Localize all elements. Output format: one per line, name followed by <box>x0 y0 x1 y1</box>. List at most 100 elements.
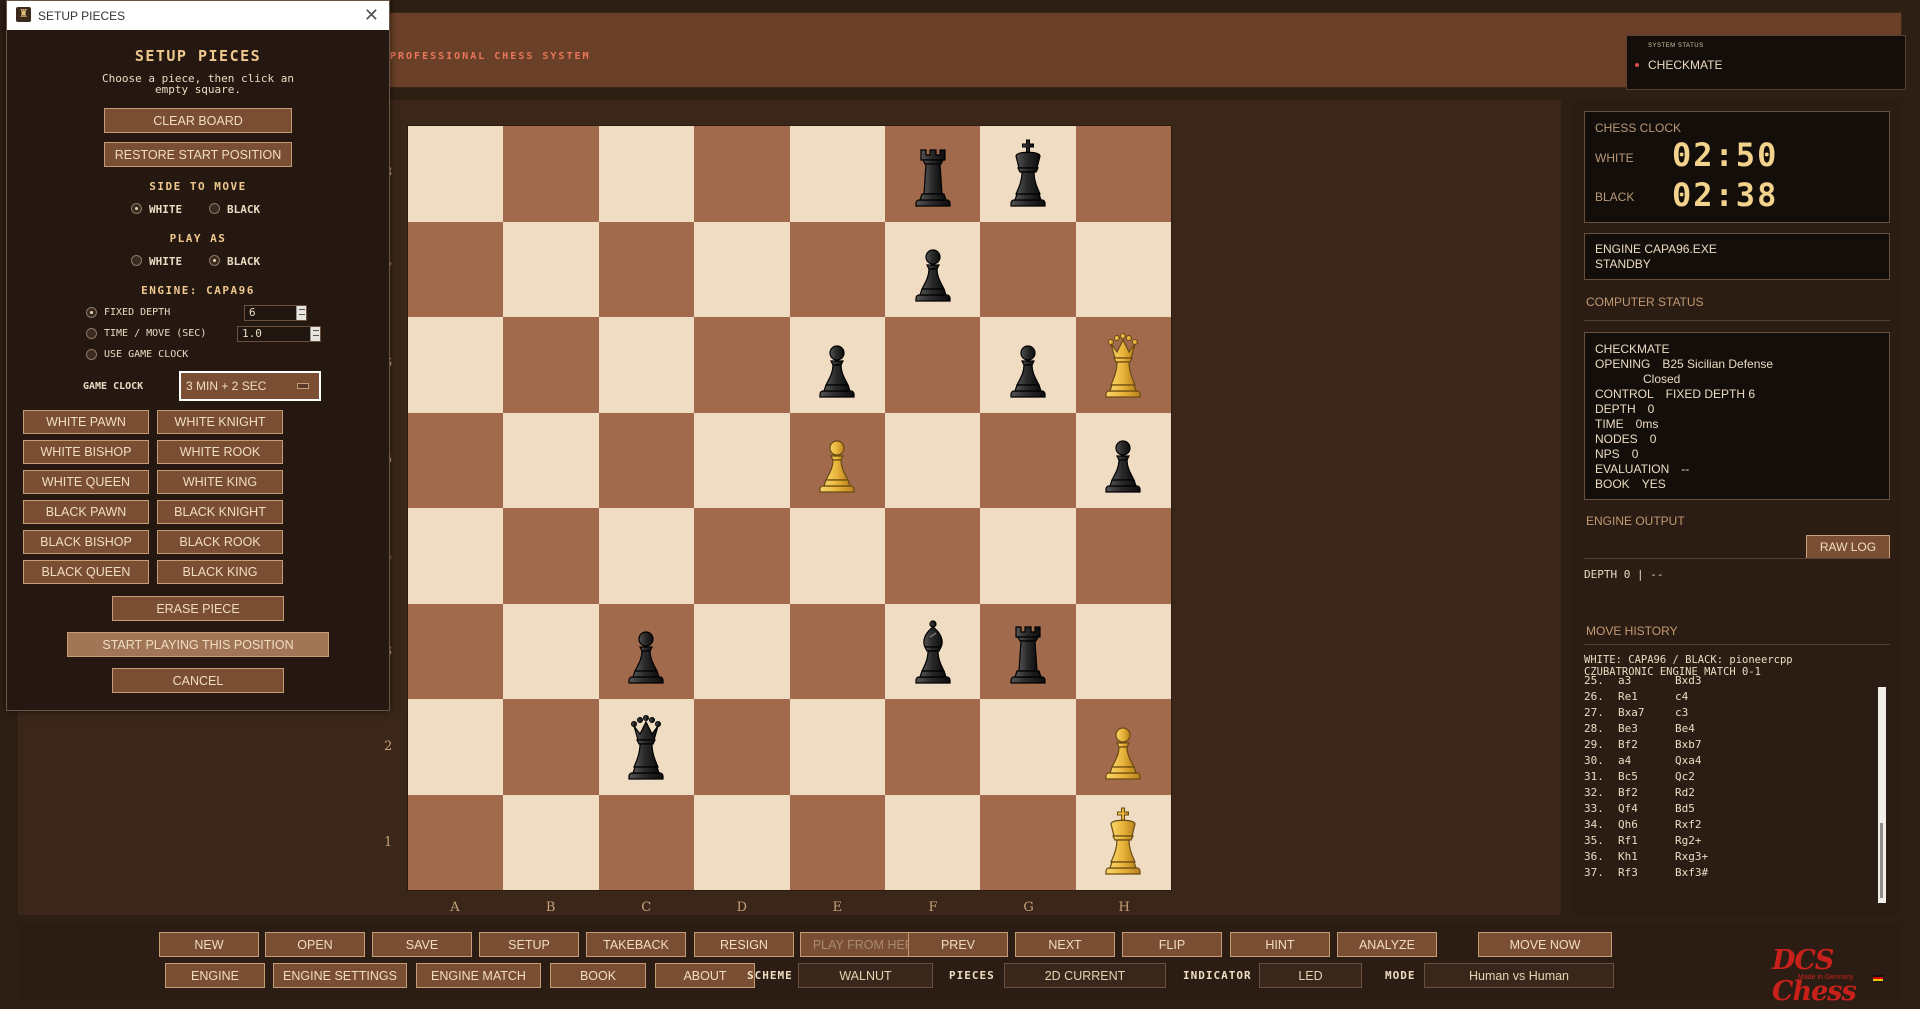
move-row[interactable]: 31. Bc5 Qc2 <box>1584 769 1890 785</box>
move-row[interactable]: 25. a3 Bxd3 <box>1584 673 1890 689</box>
square-c3[interactable] <box>598 603 695 699</box>
square-b4[interactable] <box>503 508 599 604</box>
square-e4[interactable] <box>789 508 885 604</box>
scheme-select[interactable]: WALNUT <box>798 963 933 988</box>
square-d7[interactable] <box>694 221 790 317</box>
white-king-button[interactable]: WHITE KING <box>157 470 283 494</box>
square-d4[interactable] <box>694 508 790 604</box>
new-button[interactable]: NEW <box>159 932 259 957</box>
square-e1[interactable] <box>789 794 885 890</box>
square-g5[interactable] <box>980 412 1076 508</box>
square-a1[interactable] <box>408 794 504 890</box>
square-e3[interactable] <box>789 603 885 699</box>
game-clock-select[interactable]: 3 MIN + 2 SEC <box>179 371 321 401</box>
square-c8[interactable] <box>598 126 695 222</box>
square-h6[interactable] <box>1075 317 1171 413</box>
square-g6[interactable] <box>980 317 1076 413</box>
square-b3[interactable] <box>503 603 599 699</box>
square-c1[interactable] <box>598 794 695 890</box>
white-king-icon[interactable] <box>1095 806 1151 878</box>
move-row[interactable]: 28. Be3 Be4 <box>1584 721 1890 737</box>
fixed-depth-spinner[interactable]: 6 <box>244 305 307 321</box>
move-row[interactable]: 30. a4 Qxa4 <box>1584 753 1890 769</box>
square-d5[interactable] <box>694 412 790 508</box>
square-b2[interactable] <box>503 699 599 795</box>
move-row[interactable]: 27. Bxa7 c3 <box>1584 705 1890 721</box>
spinner-arrows-icon[interactable] <box>310 327 320 341</box>
square-h3[interactable] <box>1075 603 1171 699</box>
square-g3[interactable] <box>980 603 1076 699</box>
black-rook-icon[interactable] <box>905 138 961 210</box>
square-a3[interactable] <box>408 603 504 699</box>
spinner-arrows-icon[interactable] <box>296 306 306 320</box>
setup-button[interactable]: SETUP <box>479 932 579 957</box>
close-icon[interactable]: ✕ <box>364 5 379 26</box>
cancel-button[interactable]: CANCEL <box>112 668 284 693</box>
black-queen-button[interactable]: BLACK QUEEN <box>23 560 149 584</box>
square-f1[interactable] <box>884 794 981 890</box>
square-c6[interactable] <box>598 317 695 413</box>
black-knight-button[interactable]: BLACK KNIGHT <box>157 500 283 524</box>
square-d3[interactable] <box>694 603 790 699</box>
square-f7[interactable] <box>884 221 981 317</box>
black-pawn-icon[interactable] <box>809 329 865 401</box>
square-d6[interactable] <box>694 317 790 413</box>
move-now-button[interactable]: MOVE NOW <box>1478 932 1612 957</box>
square-a7[interactable] <box>408 221 504 317</box>
engine-settings-button[interactable]: ENGINE SETTINGS <box>273 963 407 988</box>
black-pawn-icon[interactable] <box>1095 424 1151 496</box>
square-a5[interactable] <box>408 412 504 508</box>
about-button[interactable]: ABOUT <box>655 963 755 988</box>
restore-start-button[interactable]: RESTORE START POSITION <box>104 142 292 167</box>
black-king-icon[interactable] <box>1000 138 1056 210</box>
white-rook-button[interactable]: WHITE ROOK <box>157 440 283 464</box>
takeback-button[interactable]: TAKEBACK <box>586 932 686 957</box>
square-f3[interactable] <box>884 603 981 699</box>
open-button[interactable]: OPEN <box>265 932 365 957</box>
square-g8[interactable] <box>980 126 1076 222</box>
hint-button[interactable]: HINT <box>1230 932 1330 957</box>
square-c2[interactable] <box>598 699 695 795</box>
erase-piece-button[interactable]: ERASE PIECE <box>112 596 284 621</box>
square-h4[interactable] <box>1075 508 1171 604</box>
analyze-button[interactable]: ANALYZE <box>1337 932 1437 957</box>
move-history-list[interactable]: 25. a3 Bxd3 26. Re1 c4 27. Bxa7 c3 28. Be3 Be4 29. Bf… <box>1584 673 1890 895</box>
black-pawn-icon[interactable] <box>1000 329 1056 401</box>
square-h7[interactable] <box>1075 221 1171 317</box>
engine-match-button[interactable]: ENGINE MATCH <box>416 963 541 988</box>
time-move-radio[interactable] <box>86 328 97 339</box>
pieces-select[interactable]: 2D CURRENT <box>1004 963 1166 988</box>
next-button[interactable]: NEXT <box>1015 932 1115 957</box>
square-b1[interactable] <box>503 794 599 890</box>
move-row[interactable]: 32. Bf2 Rd2 <box>1584 785 1890 801</box>
white-pawn-icon[interactable] <box>809 424 865 496</box>
dialog-titlebar[interactable]: ♜ SETUP PIECES ✕ <box>7 1 389 30</box>
square-e8[interactable] <box>789 126 885 222</box>
square-e5[interactable] <box>789 412 885 508</box>
square-f6[interactable] <box>884 317 981 413</box>
square-d2[interactable] <box>694 699 790 795</box>
engine-button[interactable]: ENGINE <box>165 963 265 988</box>
resign-button[interactable]: RESIGN <box>694 932 794 957</box>
square-a8[interactable] <box>408 126 504 222</box>
black-pawn-icon[interactable] <box>905 233 961 305</box>
raw-log-button[interactable]: RAW LOG <box>1806 535 1890 559</box>
square-e7[interactable] <box>789 221 885 317</box>
square-a6[interactable] <box>408 317 504 413</box>
square-e2[interactable] <box>789 699 885 795</box>
side-white-radio[interactable] <box>131 203 142 214</box>
side-black-radio[interactable] <box>209 203 220 214</box>
square-b8[interactable] <box>503 126 599 222</box>
move-row[interactable]: 34. Qh6 Rxf2 <box>1584 817 1890 833</box>
white-knight-button[interactable]: WHITE KNIGHT <box>157 410 283 434</box>
square-a4[interactable] <box>408 508 504 604</box>
square-f8[interactable] <box>884 126 981 222</box>
time-move-spinner[interactable]: 1.0 <box>237 326 321 342</box>
square-f5[interactable] <box>884 412 981 508</box>
square-c7[interactable] <box>598 221 695 317</box>
square-d8[interactable] <box>694 126 790 222</box>
black-bishop-button[interactable]: BLACK BISHOP <box>23 530 149 554</box>
square-h1[interactable] <box>1075 794 1171 890</box>
white-pawn-icon[interactable] <box>1095 711 1151 783</box>
black-bishop-icon[interactable] <box>905 615 961 687</box>
